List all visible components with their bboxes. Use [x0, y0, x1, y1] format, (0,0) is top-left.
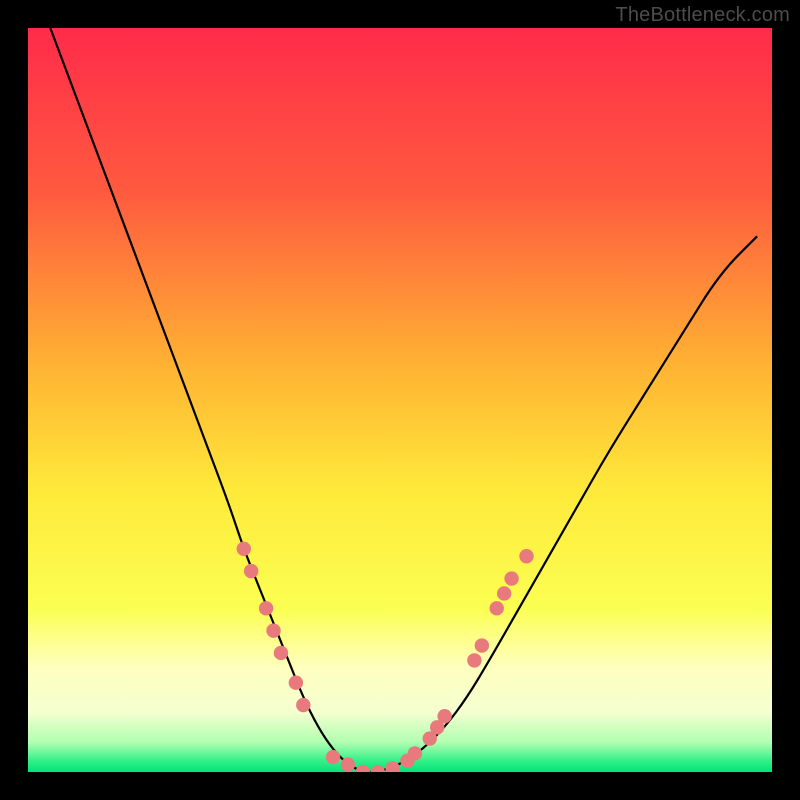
marker-dot: [289, 676, 303, 690]
marker-dot: [244, 564, 258, 578]
marker-dot: [490, 601, 504, 615]
marker-dot: [497, 586, 511, 600]
marker-dot: [296, 698, 310, 712]
marker-dot: [504, 571, 518, 585]
marker-dot: [274, 646, 288, 660]
watermark-text: TheBottleneck.com: [615, 4, 790, 27]
marker-dot: [467, 653, 481, 667]
marker-dot: [326, 750, 340, 764]
marker-dot: [437, 709, 451, 723]
marker-dot: [408, 746, 422, 760]
marker-dot: [341, 757, 355, 771]
marker-dot: [237, 542, 251, 556]
marker-dot: [475, 638, 489, 652]
chart-frame: [28, 28, 772, 772]
marker-dot: [519, 549, 533, 563]
gradient-background: [28, 28, 772, 772]
bottleneck-chart: [28, 28, 772, 772]
marker-dot: [266, 623, 280, 637]
marker-dot: [259, 601, 273, 615]
